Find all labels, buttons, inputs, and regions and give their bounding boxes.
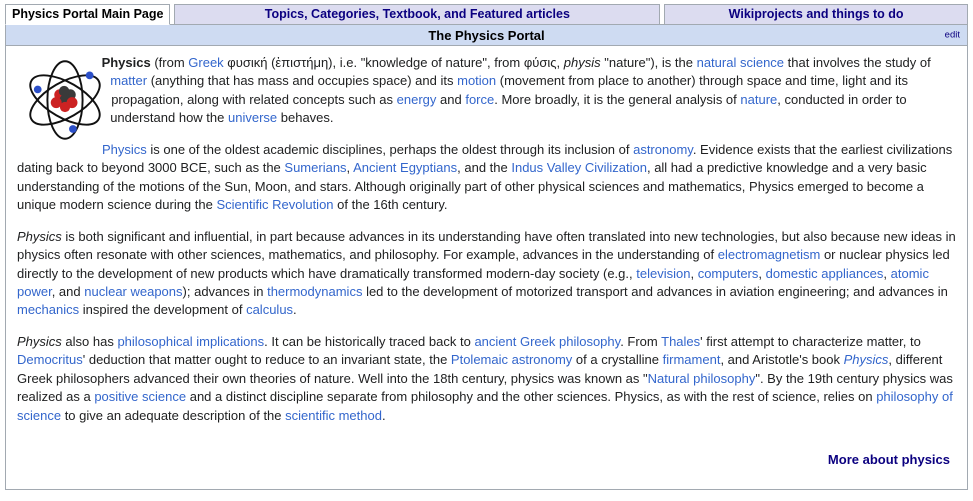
portal-page: Physics Portal Main Page Topics, Categor…	[0, 0, 973, 501]
tab-topics-categories[interactable]: Topics, Categories, Textbook, and Featur…	[174, 4, 661, 25]
text-run: ,	[883, 265, 891, 281]
text-run: of the 16th century.	[333, 197, 448, 213]
text-run: is one of the oldest academic discipline…	[146, 141, 634, 157]
tab-wikiprojects[interactable]: Wikiprojects and things to do	[664, 4, 968, 25]
atom-nucleus	[50, 85, 78, 113]
portal-body: Physics (from Greek φυσική (ἐπιστήμη), i…	[6, 46, 967, 473]
text-run: of a crystalline	[572, 352, 663, 368]
text-run: to give an adequate description of the	[61, 407, 286, 423]
wiki-link[interactable]: positive science	[94, 389, 186, 404]
portal-tab-bar: Physics Portal Main Page Topics, Categor…	[0, 0, 973, 25]
wiki-link[interactable]: Indus Valley Civilization	[511, 160, 647, 175]
wiki-link[interactable]: nuclear weapons	[84, 284, 182, 299]
wiki-link[interactable]: thermodynamics	[267, 284, 362, 299]
text-run: ,	[690, 265, 698, 281]
tab-main-page[interactable]: Physics Portal Main Page	[5, 4, 171, 25]
tab-main-page-label: Physics Portal Main Page	[12, 7, 164, 22]
wiki-link[interactable]: universe	[228, 110, 277, 125]
text-run: (from	[150, 55, 189, 70]
text-run: (anything that has mass and occupies spa…	[147, 73, 458, 89]
wiki-link[interactable]: Physics	[844, 352, 889, 367]
wiki-link[interactable]: motion	[457, 73, 496, 88]
portal-header-bar: The Physics Portal edit	[6, 25, 967, 46]
text-run: and	[436, 91, 466, 107]
wiki-link[interactable]: Natural philosophy	[648, 371, 756, 386]
wiki-link[interactable]: Democritus	[17, 352, 83, 367]
text-run: . It can be historically traced back to	[264, 333, 475, 349]
text-run: .	[381, 407, 386, 423]
wiki-link[interactable]: mechanics	[17, 302, 79, 317]
wiki-link[interactable]: firmament	[663, 352, 721, 367]
text-run: behaves.	[277, 110, 334, 126]
italic-term: Physics	[17, 228, 62, 244]
text-run: ,	[758, 265, 766, 281]
wiki-link[interactable]: ancient Greek philosophy	[474, 334, 620, 349]
wiki-link[interactable]: television	[636, 266, 690, 281]
text-run: .	[293, 302, 297, 318]
wiki-link[interactable]: domestic appliances	[766, 266, 884, 281]
text-run: ' deduction that matter ought to reduce …	[82, 352, 451, 368]
wiki-link[interactable]: computers	[698, 266, 759, 281]
wiki-link[interactable]: matter	[110, 73, 147, 88]
text-run: and a distinct discipline separate from …	[186, 389, 877, 405]
italic-term: Physics	[17, 333, 62, 349]
text-run: "nature"), is the	[600, 55, 697, 70]
wiki-link[interactable]: calculus	[246, 302, 293, 317]
edit-link[interactable]: edit	[945, 30, 960, 41]
text-run: , and the	[457, 160, 512, 176]
wiki-link[interactable]: electromagnetism	[718, 247, 821, 262]
wiki-link[interactable]: Sumerians	[284, 160, 346, 175]
wiki-link[interactable]: Ancient Egyptians	[353, 160, 457, 175]
wiki-link[interactable]: natural science	[697, 55, 784, 70]
wiki-link[interactable]: philosophical implications	[117, 334, 264, 349]
page-title: The Physics Portal	[428, 27, 545, 43]
text-run: , and Aristotle's book	[720, 352, 844, 368]
atom-icon	[29, 60, 101, 140]
tab-topics-categories-label: Topics, Categories, Textbook, and Featur…	[264, 7, 570, 22]
paragraph-definition: Physics (from Greek φυσική (ἐπιστήμη), i…	[17, 54, 956, 128]
wiki-link[interactable]: Ptolemaic astronomy	[451, 352, 572, 367]
text-run: also has	[61, 333, 118, 349]
wiki-link[interactable]: Physics	[102, 142, 147, 157]
wiki-link[interactable]: force	[465, 92, 494, 107]
paragraph-significance: Physics is both significant and influent…	[17, 228, 956, 320]
portal-content-frame: The Physics Portal edit Physics (from Gr…	[5, 24, 968, 490]
wiki-link[interactable]: Greek	[188, 55, 223, 70]
paragraph-history: Physics is one of the oldest academic di…	[17, 141, 956, 215]
paragraph-philosophy: Physics also has philosophical implicati…	[17, 333, 956, 425]
italic-term: physis	[563, 55, 601, 70]
wiki-link[interactable]: Thales	[661, 334, 700, 349]
text-run: , and	[51, 283, 85, 299]
wiki-link[interactable]: Scientific Revolution	[216, 197, 333, 212]
tab-wikiprojects-label: Wikiprojects and things to do	[728, 7, 904, 22]
more-about-physics-row: More about physics	[17, 452, 956, 467]
text-run: ); advances in	[182, 283, 268, 299]
text-run: . More broadly, it is the general analys…	[494, 91, 741, 107]
text-run: ' first attempt to characterize matter, …	[700, 333, 921, 349]
text-run: that involves the study of	[784, 55, 931, 70]
wiki-link[interactable]: energy	[397, 92, 437, 107]
more-about-physics-link[interactable]: More about physics	[828, 452, 950, 467]
bold-term: Physics	[101, 55, 151, 70]
wiki-link[interactable]: nature	[740, 92, 777, 107]
text-run: inspired the development of	[79, 302, 247, 318]
wiki-link[interactable]: astronomy	[633, 142, 693, 157]
wiki-link[interactable]: scientific method	[285, 408, 382, 423]
text-run: led to the development of motorized tran…	[362, 283, 948, 299]
text-run: . From	[620, 333, 662, 349]
text-run: φυσική (ἐπιστήμη), i.e. "knowledge of na…	[223, 55, 564, 70]
